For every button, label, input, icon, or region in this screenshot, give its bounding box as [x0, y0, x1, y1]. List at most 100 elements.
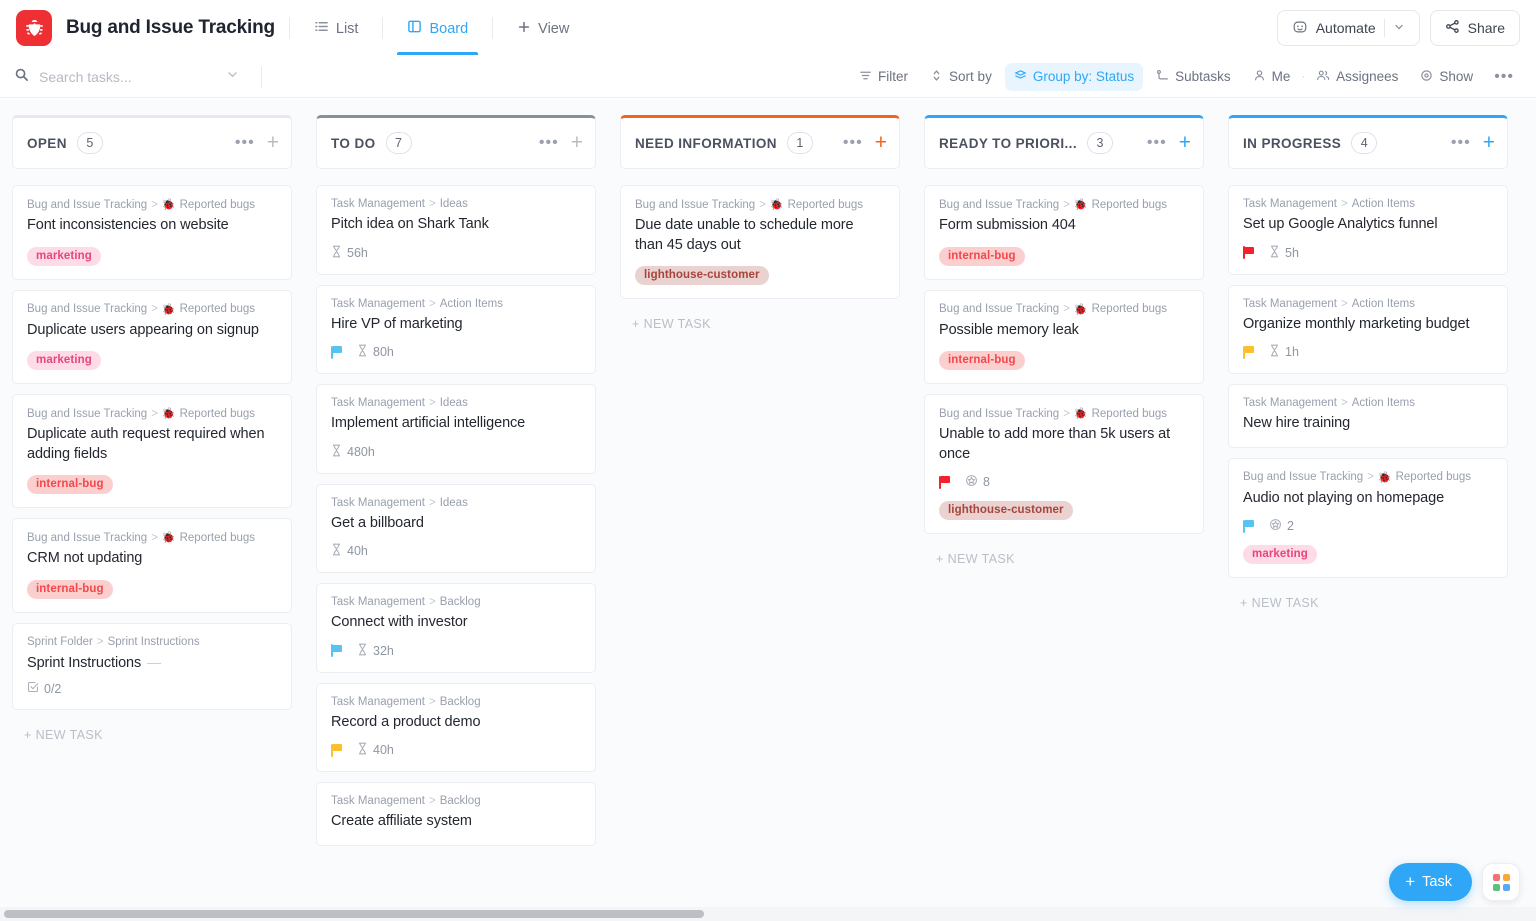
task-card[interactable]: Bug and Issue Tracking > 🐞 Reported bugs CRM… [12, 518, 292, 613]
column-header[interactable]: OPEN 5 ••• + [12, 115, 292, 169]
card-tag[interactable]: lighthouse-customer [635, 266, 769, 286]
breadcrumb-separator: > [1340, 397, 1348, 410]
column-header[interactable]: IN PROGRESS 4 ••• + [1228, 115, 1508, 169]
task-card[interactable]: Task Management > Ideas Get a billboard 40h [316, 483, 596, 574]
group-icon [1014, 69, 1027, 85]
new-task-fab[interactable]: + Task [1389, 863, 1472, 901]
task-card[interactable]: Task Management > Backlog Connect with inve… [316, 583, 596, 673]
card-tag[interactable]: internal-bug [27, 579, 113, 599]
card-breadcrumb: Task Management > Ideas [331, 198, 581, 210]
task-card[interactable]: Task Management > Action Items Hire VP of m… [316, 284, 596, 375]
card-tag[interactable]: internal-bug [939, 351, 1025, 371]
column-more-button[interactable]: ••• [1451, 135, 1471, 151]
share-button[interactable]: Share [1429, 10, 1520, 46]
breadcrumb-leaf: Action Items [1351, 397, 1415, 410]
tab-board[interactable]: Board [397, 1, 478, 55]
add-new-task-link[interactable]: + NEW TASK [924, 544, 1204, 566]
breadcrumb-leaf: Ideas [439, 397, 468, 410]
task-card[interactable]: Task Management > Backlog Create affiliate … [316, 782, 596, 846]
add-new-task-link[interactable]: + NEW TASK [12, 720, 292, 742]
column-add-task-button[interactable]: + [1179, 132, 1191, 153]
column-header[interactable]: READY TO PRIORI... 3 ••• + [924, 115, 1204, 169]
column-header[interactable]: NEED INFORMATION 1 ••• + [620, 115, 900, 169]
horizontal-scrollbar[interactable] [0, 907, 1536, 921]
show-button[interactable]: Show [1411, 63, 1482, 91]
card-meta: 8 [939, 474, 1189, 490]
card-title: Pitch idea on Shark Tank [331, 216, 489, 232]
checkbox-icon [27, 681, 39, 696]
column-more-button[interactable]: ••• [843, 135, 863, 151]
task-card[interactable]: Bug and Issue Tracking > 🐞 Reported bugs Due… [620, 185, 900, 300]
task-card[interactable]: Bug and Issue Tracking > 🐞 Reported bugs Pos… [924, 289, 1204, 385]
card-breadcrumb: Task Management > Ideas [331, 397, 581, 409]
card-meta: 480h [331, 444, 581, 460]
scrollbar-thumb[interactable] [4, 910, 704, 918]
card-tag[interactable]: marketing [27, 246, 101, 266]
column-add-task-button[interactable]: + [571, 132, 583, 153]
sort-by-button[interactable]: Sort by [921, 63, 1001, 91]
card-tag[interactable]: marketing [27, 351, 101, 371]
card-meta: 5h [1243, 245, 1493, 261]
search-input[interactable] [39, 68, 209, 85]
column-more-button[interactable]: ••• [235, 135, 255, 151]
card-time-estimate: 80h [357, 344, 394, 360]
task-card[interactable]: Sprint Folder > Sprint Instructions Sprint … [12, 622, 292, 711]
subtasks-button[interactable]: Subtasks [1147, 63, 1240, 91]
apps-grid-icon[interactable] [1482, 863, 1520, 901]
column-add-task-button[interactable]: + [875, 132, 887, 153]
task-card[interactable]: Bug and Issue Tracking > 🐞 Reported bugs Una… [924, 394, 1204, 535]
hourglass-icon [331, 543, 342, 559]
task-card[interactable]: Task Management > Backlog Record a product … [316, 682, 596, 773]
assignees-button[interactable]: Assignees [1307, 63, 1407, 91]
add-view-button[interactable]: View [507, 2, 579, 55]
automate-button[interactable]: Automate [1276, 10, 1420, 46]
column-more-button[interactable]: ••• [539, 135, 559, 151]
chevron-down-icon[interactable] [226, 68, 239, 86]
people-icon [1316, 69, 1330, 85]
column-more-button[interactable]: ••• [1147, 135, 1167, 151]
task-card[interactable]: Bug and Issue Tracking > 🐞 Reported bugs Dup… [12, 289, 292, 385]
column-title: TO DO [331, 135, 376, 151]
bug-emoji-icon: 🐞 [161, 408, 176, 421]
task-card[interactable]: Task Management > Action Items New hire tra… [1228, 384, 1508, 448]
task-card[interactable]: Task Management > Action Items Organize mon… [1228, 284, 1508, 375]
card-tag[interactable]: lighthouse-customer [939, 501, 1073, 521]
filter-button[interactable]: Filter [850, 63, 917, 91]
column-add-task-button[interactable]: + [1483, 132, 1495, 153]
search-box[interactable] [14, 65, 262, 88]
task-card[interactable]: Bug and Issue Tracking > 🐞 Reported bugs Dup… [12, 394, 292, 509]
toolbar-more-button[interactable]: ••• [1486, 64, 1522, 90]
hourglass-icon [357, 344, 368, 360]
add-new-task-link[interactable]: + NEW TASK [620, 309, 900, 331]
chevron-down-icon[interactable] [1393, 20, 1405, 36]
column-actions: ••• + [843, 132, 887, 153]
column-add-task-button[interactable]: + [267, 132, 279, 153]
me-button[interactable]: Me [1244, 63, 1300, 91]
tab-list[interactable]: List [304, 1, 369, 55]
card-tag[interactable]: internal-bug [27, 475, 113, 495]
card-breadcrumb: Task Management > Ideas [331, 497, 581, 509]
assignees-label: Assignees [1336, 69, 1399, 84]
group-by-button[interactable]: Group by: Status [1004, 62, 1144, 91]
task-card[interactable]: Task Management > Action Items Set up Googl… [1228, 185, 1508, 275]
plus-icon: + [1405, 872, 1416, 891]
add-new-task-link[interactable]: + NEW TASK [1228, 588, 1508, 610]
task-card[interactable]: Task Management > Ideas Implement artificia… [316, 384, 596, 474]
task-card[interactable]: Bug and Issue Tracking > 🐞 Reported bugs For… [924, 185, 1204, 280]
column-header[interactable]: TO DO 7 ••• + [316, 115, 596, 169]
breadcrumb-separator: > [428, 297, 436, 310]
card-title: Font inconsistencies on website [27, 217, 229, 233]
card-tag[interactable]: internal-bug [939, 246, 1025, 266]
card-breadcrumb: Bug and Issue Tracking > 🐞 Reported bugs [27, 303, 277, 316]
time-estimate-value: 480h [347, 444, 375, 459]
breadcrumb-leaf: Reported bugs [179, 531, 256, 544]
card-breadcrumb: Bug and Issue Tracking > 🐞 Reported bugs [1243, 471, 1493, 484]
time-estimate-value: 40h [373, 743, 394, 758]
task-card[interactable]: Bug and Issue Tracking > 🐞 Reported bugs Aud… [1228, 457, 1508, 579]
task-card[interactable]: Bug and Issue Tracking > 🐞 Reported bugs Fon… [12, 185, 292, 280]
bug-emoji-icon: 🐞 [1073, 199, 1088, 211]
breadcrumb-separator: > [428, 198, 436, 210]
card-tag[interactable]: marketing [1243, 545, 1317, 565]
task-card[interactable]: Task Management > Ideas Pitch idea on Shark… [316, 185, 596, 275]
priority-flag-icon [331, 345, 343, 359]
